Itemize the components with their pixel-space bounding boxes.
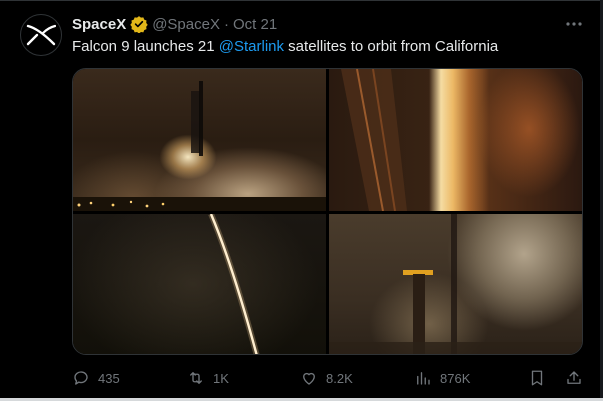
photo-4-graphic: [329, 214, 582, 354]
views-button[interactable]: 876K: [414, 368, 470, 388]
photo-3-graphic: [208, 214, 260, 354]
reply-count: 435: [98, 370, 120, 386]
like-count: 8.2K: [326, 370, 353, 386]
repost-icon: [190, 372, 202, 384]
more-options-icon[interactable]: [564, 15, 584, 33]
bookmark-icon: [531, 370, 543, 386]
bookmark-button[interactable]: [528, 368, 546, 388]
photo-2-graphic: [341, 69, 407, 211]
launch-photo-night-streak[interactable]: [73, 214, 326, 354]
share-button[interactable]: [565, 368, 583, 388]
tweet-date[interactable]: Oct 21: [233, 16, 277, 33]
reply-icon: [74, 371, 88, 385]
like-button[interactable]: 8.2K: [300, 368, 353, 388]
reply-button[interactable]: 435: [72, 368, 120, 388]
starlink-mention-link[interactable]: @Starlink: [219, 38, 284, 55]
avatar[interactable]: [20, 14, 62, 56]
repost-button[interactable]: 1K: [187, 368, 229, 388]
launch-photo-engine-closeup[interactable]: [329, 69, 582, 211]
launch-photo-liftoff-smoke[interactable]: [329, 214, 582, 354]
like-icon: [303, 372, 315, 385]
author-handle[interactable]: @SpaceX: [152, 16, 220, 33]
views-count: 876K: [440, 370, 471, 386]
media-grid: [72, 68, 583, 355]
photo-1-graphic: [73, 81, 326, 211]
action-bar: 435 1K 8.2K 876K: [72, 368, 587, 388]
tweet-header: SpaceX @SpaceX · Oct 21: [72, 13, 277, 35]
share-icon: [567, 371, 581, 384]
top-border: [0, 0, 603, 1]
repost-count: 1K: [213, 370, 229, 386]
launch-photo-pad-wide[interactable]: [73, 69, 326, 211]
tweet-text: Falcon 9 launches 21 @Starlink satellite…: [72, 37, 498, 57]
separator-dot: ·: [223, 15, 229, 33]
tweet-text-after: satellites to orbit from California: [284, 38, 499, 55]
views-icon: [417, 372, 430, 385]
verified-badge-icon[interactable]: [130, 15, 148, 33]
tweet-text-before: Falcon 9 launches 21: [72, 38, 219, 55]
author-name[interactable]: SpaceX: [72, 16, 126, 33]
spacex-x-logo-icon: [26, 24, 56, 46]
